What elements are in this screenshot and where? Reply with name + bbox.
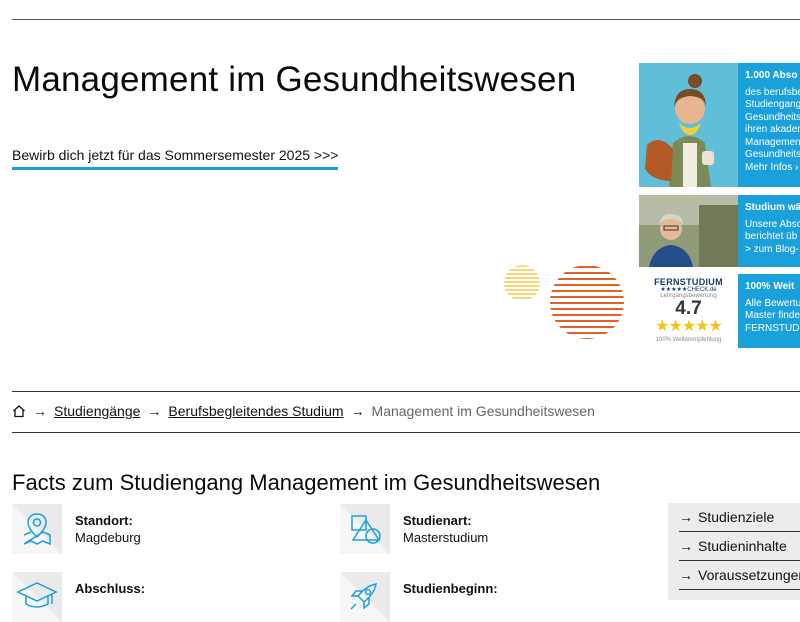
promo-card-blog-link[interactable]: > zum Blog- <box>745 244 800 257</box>
rocket-icon <box>340 572 390 622</box>
fact-value: Magdeburg <box>75 530 141 545</box>
promo-card-text: 100% Weit Alle Bewertu Master finde FERN… <box>738 274 800 348</box>
section-nav: → Studienziele → Studieninhalte → Voraus… <box>668 503 800 600</box>
promo-card-blog[interactable]: Studium wä Unsere Abso berichtet üb > zu… <box>639 195 800 267</box>
section-nav-item-voraussetzungen[interactable]: → Voraussetzungen <box>679 561 800 590</box>
promo-card-line: Gesundheits <box>745 111 800 123</box>
section-nav-item-studieninhalte[interactable]: → Studieninhalte <box>679 532 800 561</box>
star-rating-icon: ★★★★★ <box>655 318 723 335</box>
decorative-striped-circle-large <box>550 266 624 339</box>
promo-card-line: Managemen <box>745 136 800 148</box>
fact-abschluss: Abschluss: <box>12 572 145 622</box>
top-divider <box>12 19 800 20</box>
fact-label: Studienart: <box>403 513 472 528</box>
promo-card-line: berichtet üb <box>745 231 798 242</box>
page-title: Management im Gesundheitswesen <box>12 60 577 99</box>
promo-card-line: FERNSTUDI <box>745 322 800 334</box>
arrow-right-icon: → <box>33 403 47 419</box>
fact-label: Studienbeginn: <box>403 581 498 596</box>
promo-card-line: Studiengang <box>745 99 800 110</box>
home-icon[interactable] <box>12 404 26 418</box>
rating-footer: 100% Weiterempfehlung <box>655 337 722 343</box>
breadcrumb: → Studiengänge → Berufsbegleitendes Stud… <box>12 403 595 419</box>
breadcrumb-link-berufsbegleitend[interactable]: Berufsbegleitendes Studium <box>168 403 343 419</box>
promo-card-text: 1.000 Abso des berufsbe Studiengang Gesu… <box>738 63 800 187</box>
fernstudium-check-badge: FERNSTUDIUM ★★★★★CHECK.de Lehrgangsbewer… <box>639 274 738 348</box>
promo-card-line: Alle Bewertu <box>745 297 800 309</box>
fact-label: Standort: <box>75 513 133 528</box>
promo-card-line: ihren akaden <box>745 124 800 135</box>
shapes-icon <box>340 504 390 554</box>
fact-value: Masterstudium <box>403 530 489 545</box>
breadcrumb-link-studiengaenge[interactable]: Studiengänge <box>54 403 140 419</box>
arrow-right-icon: → <box>147 403 162 419</box>
arrow-right-icon: → <box>679 567 693 583</box>
rating-brand-sub: ★★★★★CHECK.de <box>660 287 717 293</box>
promo-card-rating[interactable]: FERNSTUDIUM ★★★★★CHECK.de Lehrgangsbewer… <box>639 274 800 348</box>
promo-card-line: Master finde <box>745 310 800 321</box>
location-map-icon <box>12 504 62 554</box>
graduate-photo <box>639 195 738 267</box>
promo-card-headline: Studium wä <box>745 202 800 213</box>
breadcrumb-current: Management im Gesundheitswesen <box>371 403 595 419</box>
section-nav-label: Studieninhalte <box>698 538 787 554</box>
facts-heading: Facts zum Studiengang Management im Gesu… <box>12 470 601 495</box>
fact-label: Abschluss: <box>75 581 146 596</box>
section-nav-label: Voraussetzungen <box>698 567 800 583</box>
section-nav-label: Studienziele <box>698 509 775 525</box>
apply-now-link[interactable]: Bewirb dich jetzt für das Sommersemester… <box>12 147 339 170</box>
graduation-cap-icon <box>12 572 62 622</box>
promo-card-line: Unsere Abso <box>745 218 800 230</box>
arrow-right-icon: → <box>350 403 365 419</box>
fact-studienbeginn: Studienbeginn: <box>340 572 498 622</box>
promo-card-line: des berufsbe <box>745 86 800 98</box>
student-photo <box>639 63 738 187</box>
promo-card-graduates[interactable]: 1.000 Abso des berufsbe Studiengang Gesu… <box>639 63 800 187</box>
decorative-striped-circle-small <box>504 265 540 299</box>
promo-card-headline: 100% Weit <box>745 281 795 292</box>
promo-card-line: Gesundheits <box>745 149 800 160</box>
fact-standort: Standort: Magdeburg <box>12 504 141 554</box>
breadcrumb-bottom-divider <box>12 432 800 433</box>
promo-card-more-link[interactable]: Mehr Infos › <box>745 162 800 175</box>
promo-card-headline: 1.000 Abso <box>745 70 798 81</box>
section-nav-item-studienziele[interactable]: → Studienziele <box>679 503 800 532</box>
rating-score: 4.7 <box>675 298 702 319</box>
breadcrumb-top-divider <box>12 391 800 392</box>
promo-card-text: Studium wä Unsere Abso berichtet üb > zu… <box>738 195 800 267</box>
arrow-right-icon: → <box>679 509 693 525</box>
fact-studienart: Studienart: Masterstudium <box>340 504 488 554</box>
arrow-right-icon: → <box>679 538 693 554</box>
